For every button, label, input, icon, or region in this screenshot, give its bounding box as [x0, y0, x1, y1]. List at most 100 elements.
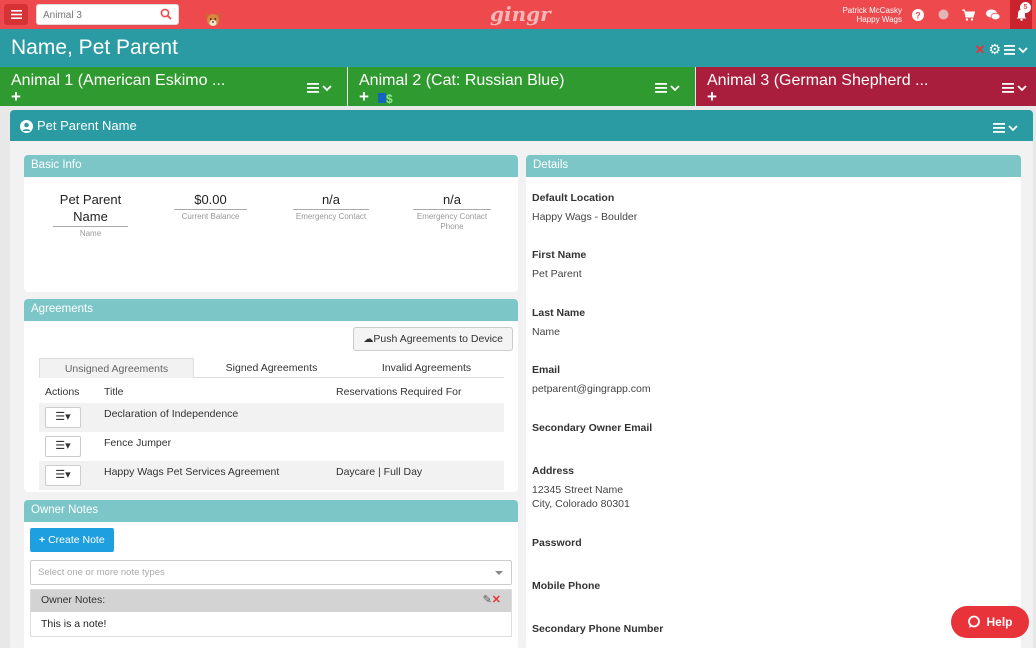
- agreement-tabs: Unsigned Agreements Signed Agreements In…: [39, 358, 504, 378]
- plus-icon: +: [39, 534, 46, 546]
- row-actions-button[interactable]: ☰▾: [45, 407, 81, 428]
- detail-default-location: Default Location Happy Wags - Boulder: [532, 192, 637, 224]
- animal-tab-label[interactable]: Animal 3 (German Shepherd ...: [707, 72, 928, 90]
- note-header-label: Owner Notes:: [41, 594, 106, 606]
- emergency-contact-value: n/a: [293, 191, 369, 210]
- edit-icon[interactable]: ✎: [483, 594, 492, 606]
- owner-name-label: Name: [79, 229, 102, 238]
- detail-address: Address 12345 Street Name City, Colorado…: [532, 465, 630, 511]
- status-icon[interactable]: [935, 7, 951, 23]
- owner-name-value: Pet Parent Name: [53, 191, 128, 227]
- detail-last-name: Last Name Name: [532, 307, 585, 339]
- agreements-card: Agreements ☁Push Agreements to Device Un…: [24, 299, 518, 492]
- note-type-select[interactable]: Select one or more note types: [30, 560, 512, 585]
- detail-value: Pet Parent: [532, 268, 582, 280]
- user-circle-icon: [20, 120, 33, 133]
- delete-icon[interactable]: ✕: [492, 594, 501, 606]
- note-header: Owner Notes: ✎✕: [31, 590, 511, 612]
- create-note-button[interactable]: + Create Note: [30, 528, 114, 552]
- medical-icon[interactable]: [378, 93, 386, 103]
- help-icon[interactable]: ?: [910, 7, 926, 23]
- column-header: Reservations Required For: [336, 386, 462, 398]
- column-header: Title: [104, 386, 124, 398]
- owner-notes-heading: Owner Notes: [24, 500, 518, 522]
- panel-menu-icon[interactable]: [993, 121, 1023, 135]
- agreement-title: Declaration of Independence: [104, 408, 239, 420]
- note-item: Owner Notes: ✎✕ This is a note!: [30, 589, 512, 637]
- detail-email: Email petparent@gingrapp.com: [532, 364, 651, 396]
- tab-signed-agreements[interactable]: Signed Agreements: [194, 358, 349, 378]
- detail-label: Default Location: [532, 192, 615, 204]
- detail-label: Secondary Owner Email: [532, 422, 653, 434]
- tab-invalid-agreements[interactable]: Invalid Agreements: [349, 358, 504, 378]
- table-header: Actions Title Reservations Required For: [39, 383, 504, 403]
- note-text: This is a note!: [41, 618, 107, 630]
- balance-value: $0.00: [174, 191, 247, 210]
- details-card: Details Default Location Happy Wags - Bo…: [526, 155, 1021, 648]
- detail-value: Happy Wags - Boulder: [532, 211, 638, 223]
- svg-text:?: ?: [915, 10, 921, 20]
- agreement-required: Daycare | Full Day: [336, 466, 423, 478]
- detail-label: Mobile Phone: [532, 580, 601, 592]
- tab-unsigned-agreements[interactable]: Unsigned Agreements: [39, 358, 194, 378]
- emergency-phone-value: n/a: [413, 191, 491, 210]
- add-icon[interactable]: +: [707, 88, 717, 105]
- push-agreements-label: Push Agreements to Device: [373, 333, 503, 345]
- animal-menu-icon[interactable]: [1002, 81, 1032, 95]
- search-icon[interactable]: [160, 8, 172, 20]
- animal-tab-3[interactable]: Animal 3 (German Shepherd ... +: [696, 67, 1036, 106]
- help-button[interactable]: Help: [951, 606, 1029, 638]
- detail-label: Secondary Phone Number: [532, 623, 664, 635]
- hamburger-menu-button[interactable]: [4, 4, 28, 25]
- detail-value: 12345 Street Name City, Colorado 80301: [532, 483, 630, 511]
- detail-secondary-phone: Secondary Phone Number: [532, 623, 663, 635]
- animal-tab-label[interactable]: Animal 1 (American Eskimo ...: [11, 72, 225, 90]
- user-info[interactable]: Patrick McCasky Happy Wags: [842, 6, 902, 24]
- basic-info-card: Basic Info Pet Parent Name Name $0.00 Cu…: [24, 155, 518, 292]
- animal-tab-label[interactable]: Animal 2 (Cat: Russian Blue): [359, 72, 564, 90]
- chat-bubble-icon: [968, 615, 981, 628]
- column-header: Actions: [45, 386, 80, 398]
- search-input[interactable]: [37, 6, 152, 25]
- agreement-title: Happy Wags Pet Services Agreement: [104, 466, 280, 478]
- balance-label: Current Balance: [181, 212, 240, 221]
- cloud-upload-icon: ☁: [363, 334, 374, 345]
- row-actions-button[interactable]: ☰▾: [45, 436, 81, 457]
- animal-menu-icon[interactable]: [307, 81, 337, 95]
- basic-info-heading: Basic Info: [24, 155, 518, 177]
- gingr-logo[interactable]: gingr: [490, 2, 551, 26]
- row-actions-button[interactable]: ☰▾: [45, 465, 81, 486]
- user-company: Happy Wags: [856, 15, 903, 24]
- cart-icon[interactable]: [960, 7, 976, 23]
- emergency-contact-label: Emergency Contact: [295, 212, 367, 221]
- notification-badge: 5: [1020, 2, 1031, 13]
- owner-panel: Pet Parent Name Basic Info Pet Parent Na…: [10, 110, 1033, 648]
- animal-tab-1[interactable]: Animal 1 (American Eskimo ... +: [0, 67, 347, 106]
- animal-menu-icon[interactable]: [655, 81, 685, 95]
- dog-avatar-icon[interactable]: [204, 10, 222, 28]
- detail-value[interactable]: petparent@gingrapp.com: [532, 382, 651, 396]
- table-row: ☰▾ Declaration of Independence: [39, 403, 504, 432]
- notifications-bell-button[interactable]: 5: [1010, 0, 1032, 29]
- emergency-phone-label: Emergency Contact Phone: [416, 212, 488, 231]
- gear-icon[interactable]: ⚙: [988, 41, 1001, 58]
- address-line-1: 12345 Street Name: [532, 484, 624, 496]
- detail-secondary-email: Secondary Owner Email: [532, 422, 652, 434]
- detail-label: Last Name: [532, 307, 586, 319]
- detail-mobile-phone: Mobile Phone: [532, 580, 600, 592]
- note-type-placeholder: Select one or more note types: [38, 567, 165, 578]
- agreement-title: Fence Jumper: [104, 437, 172, 449]
- detail-first-name: First Name Pet Parent: [532, 249, 586, 281]
- animal-tab-2[interactable]: Animal 2 (Cat: Russian Blue) + $: [348, 67, 695, 106]
- help-label: Help: [986, 615, 1013, 629]
- dollar-icon[interactable]: $: [386, 92, 393, 106]
- add-icon[interactable]: +: [359, 88, 369, 105]
- search-box: [36, 4, 179, 25]
- add-icon[interactable]: +: [11, 88, 21, 105]
- options-menu-icon[interactable]: [1004, 44, 1030, 56]
- chat-icon[interactable]: [985, 7, 1001, 23]
- close-icon[interactable]: ✕: [975, 42, 986, 58]
- owner-title-bar: Name, Pet Parent ✕ ⚙: [0, 29, 1036, 67]
- address-line-2: City, Colorado 80301: [532, 498, 630, 510]
- push-agreements-button[interactable]: ☁Push Agreements to Device: [353, 327, 513, 351]
